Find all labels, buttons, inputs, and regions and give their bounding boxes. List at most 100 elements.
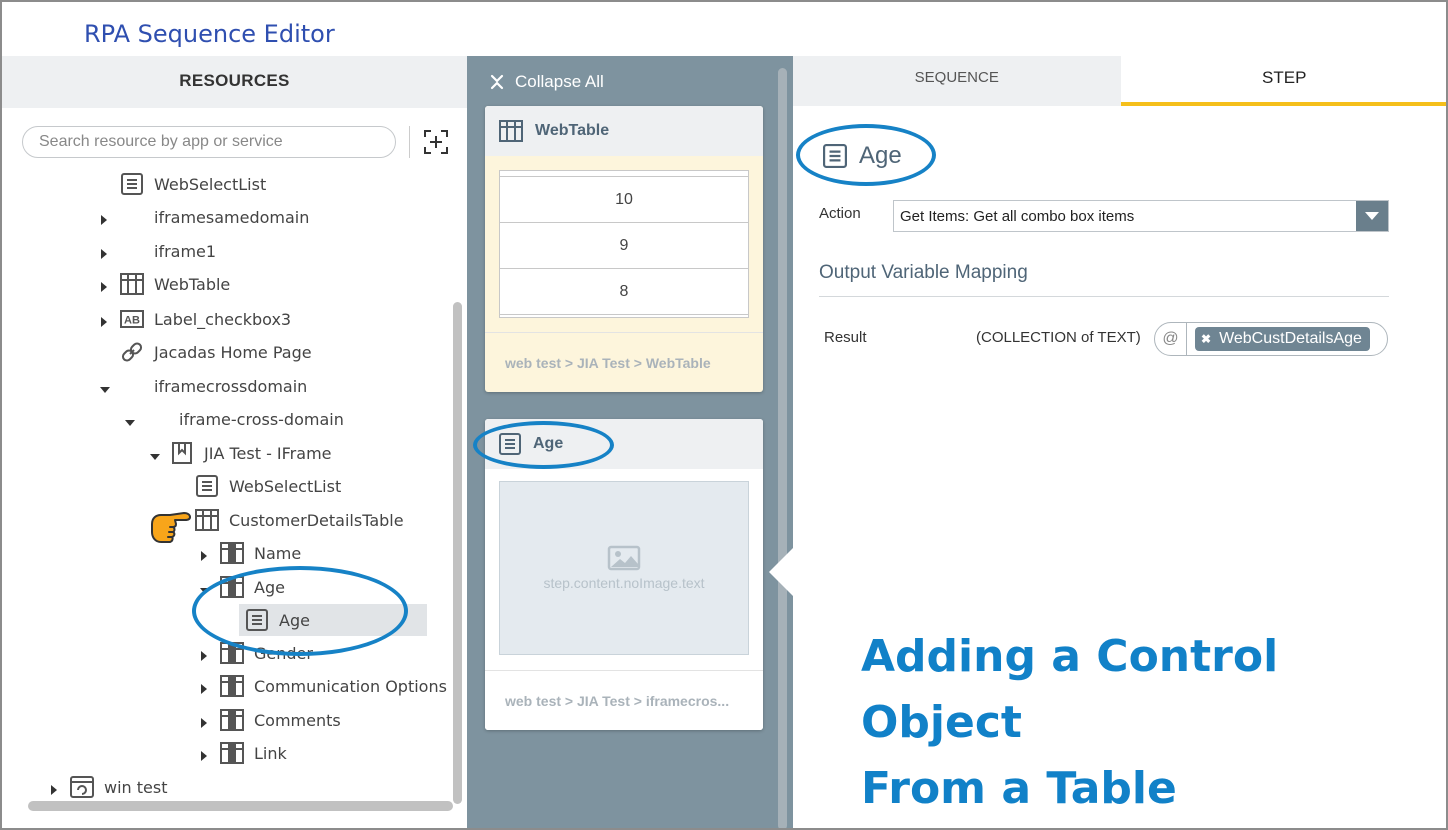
- tree-item-label: win test: [104, 777, 168, 797]
- blank-icon: [120, 239, 144, 263]
- thumbnail-row: 8: [500, 269, 748, 315]
- expand-caret-icon[interactable]: [150, 448, 160, 460]
- tree-item[interactable]: Jacadas Home Page: [120, 338, 312, 366]
- sequence-panel: Collapse All WebTable 10 9 8 web test > …: [467, 56, 793, 828]
- result-variable-field[interactable]: @ ✖ WebCustDetailsAge: [1154, 322, 1388, 356]
- tree-item[interactable]: Comments: [220, 706, 341, 734]
- collapse-caret-icon[interactable]: [50, 782, 60, 795]
- step-properties-panel: SEQUENCE STEP Age Action Get Items: Get …: [793, 56, 1446, 828]
- panel-tabs: SEQUENCE STEP: [793, 56, 1446, 106]
- link-icon: [120, 340, 144, 364]
- tree-item[interactable]: WebSelectList: [120, 170, 266, 198]
- tree-item-label: JIA Test - IFrame: [204, 443, 332, 463]
- resources-panel: RESOURCES WebSelectList iframesamedomain i…: [2, 56, 467, 828]
- step-card-header: WebTable: [485, 106, 763, 156]
- step-title: Age: [823, 142, 902, 170]
- caption-line-2: From a Table: [861, 763, 1177, 814]
- collapse-caret-icon[interactable]: [200, 715, 210, 728]
- tree-item-label: Comments: [254, 710, 341, 730]
- tree-item[interactable]: Age: [220, 573, 285, 601]
- label-ab-icon: AB: [120, 307, 144, 331]
- column-icon: [220, 541, 244, 565]
- tree-item[interactable]: Gender: [220, 639, 313, 667]
- action-label: Action: [819, 205, 861, 222]
- blank-icon: [120, 374, 144, 398]
- tree-item[interactable]: Communication Options: [220, 672, 447, 700]
- step-card-webtable[interactable]: WebTable 10 9 8 web test > JIA Test > We…: [485, 106, 763, 392]
- tree-item[interactable]: CustomerDetailsTable: [195, 506, 404, 534]
- tree-item-label: Label_checkbox3: [154, 309, 292, 329]
- sequence-scrollbar[interactable]: [778, 68, 787, 828]
- result-label: Result: [824, 329, 867, 346]
- action-select-value: Get Items: Get all combo box items: [900, 207, 1135, 225]
- tutorial-caption: Adding a Control Object From a Table: [861, 624, 1446, 822]
- step-card-header: Age: [485, 419, 763, 469]
- tree-item-label: Jacadas Home Page: [154, 342, 312, 362]
- action-select[interactable]: Get Items: Get all combo box items: [893, 200, 1389, 232]
- page-icon: [170, 441, 194, 465]
- tab-sequence[interactable]: SEQUENCE: [793, 56, 1121, 106]
- column-icon: [220, 641, 244, 665]
- column-icon: [220, 708, 244, 732]
- step-card-title: Age: [533, 435, 564, 452]
- step-card-age[interactable]: Age step.content.noImage.text web test >…: [485, 419, 763, 730]
- chevron-down-icon[interactable]: [1356, 201, 1388, 231]
- tree-item[interactable]: iframecrossdomain: [120, 372, 307, 400]
- collapse-caret-icon[interactable]: [100, 279, 110, 292]
- variable-chip[interactable]: ✖ WebCustDetailsAge: [1195, 327, 1370, 351]
- tree-item[interactable]: Name: [220, 539, 301, 567]
- collapse-caret-icon[interactable]: [200, 548, 210, 561]
- app-title: RPA Sequence Editor: [84, 20, 335, 48]
- variable-picker-button[interactable]: @: [1155, 323, 1187, 355]
- expand-caret-icon[interactable]: [125, 414, 135, 426]
- tree-item-label: Name: [254, 543, 302, 563]
- tab-step[interactable]: STEP: [1120, 56, 1446, 106]
- tree-item-label: WebSelectList: [229, 476, 342, 496]
- blank-icon: [145, 407, 169, 431]
- tree-item-label: Gender: [254, 643, 313, 663]
- variable-chip-label: WebCustDetailsAge: [1219, 330, 1362, 347]
- add-resource-button[interactable]: [422, 128, 450, 156]
- image-placeholder-icon: [607, 545, 641, 571]
- thumbnail-row: 9: [500, 223, 748, 269]
- svg-text:AB: AB: [124, 315, 140, 327]
- collapse-caret-icon[interactable]: [100, 246, 110, 259]
- tree-item[interactable]: Age: [239, 604, 427, 636]
- tree-item-label: iframe1: [154, 241, 217, 261]
- tree-item[interactable]: iframe1: [120, 237, 216, 265]
- tree-item[interactable]: WebTable: [120, 270, 230, 298]
- tree-item[interactable]: iframesamedomain: [120, 203, 309, 231]
- table-icon: [499, 120, 523, 142]
- collapse-caret-icon[interactable]: [100, 314, 110, 327]
- tree-item[interactable]: AB Label_checkbox3: [120, 305, 291, 333]
- tree-item-label: WebTable: [154, 274, 231, 294]
- collapse-all-button[interactable]: Collapse All: [489, 72, 604, 92]
- tree-item[interactable]: Link: [220, 739, 287, 767]
- table-icon: [195, 508, 219, 532]
- blank-icon: [120, 205, 144, 229]
- tree-item-label: WebSelectList: [154, 174, 267, 194]
- expand-caret-icon[interactable]: [200, 582, 210, 594]
- expand-caret-icon[interactable]: [100, 381, 110, 393]
- tree-item[interactable]: WebSelectList: [195, 472, 341, 500]
- collapse-caret-icon[interactable]: [200, 648, 210, 661]
- resource-search-input[interactable]: [22, 126, 396, 158]
- tree-item-label: iframesamedomain: [154, 207, 310, 227]
- tree-item[interactable]: win test: [70, 773, 167, 801]
- vertical-scrollbar[interactable]: [453, 302, 462, 804]
- step-title-text: Age: [859, 142, 902, 169]
- result-type-label: (COLLECTION of TEXT): [976, 329, 1141, 346]
- tree-item[interactable]: iframe-cross-domain: [145, 405, 344, 433]
- tree-item-label: iframe-cross-domain: [179, 409, 344, 429]
- horizontal-scrollbar[interactable]: [28, 801, 453, 811]
- collapse-caret-icon[interactable]: [200, 748, 210, 761]
- collapse-caret-icon[interactable]: [100, 212, 110, 225]
- remove-icon[interactable]: ✖: [1201, 332, 1211, 346]
- collapse-caret-icon[interactable]: [200, 681, 210, 694]
- output-divider: [819, 296, 1389, 297]
- search-divider: [409, 126, 410, 158]
- step-card-thumbnail: 10 9 8: [499, 170, 749, 318]
- tree-item[interactable]: JIA Test - IFrame: [170, 439, 332, 467]
- tree-item-label: Communication Options: [254, 676, 447, 696]
- collapse-icon: [490, 74, 504, 90]
